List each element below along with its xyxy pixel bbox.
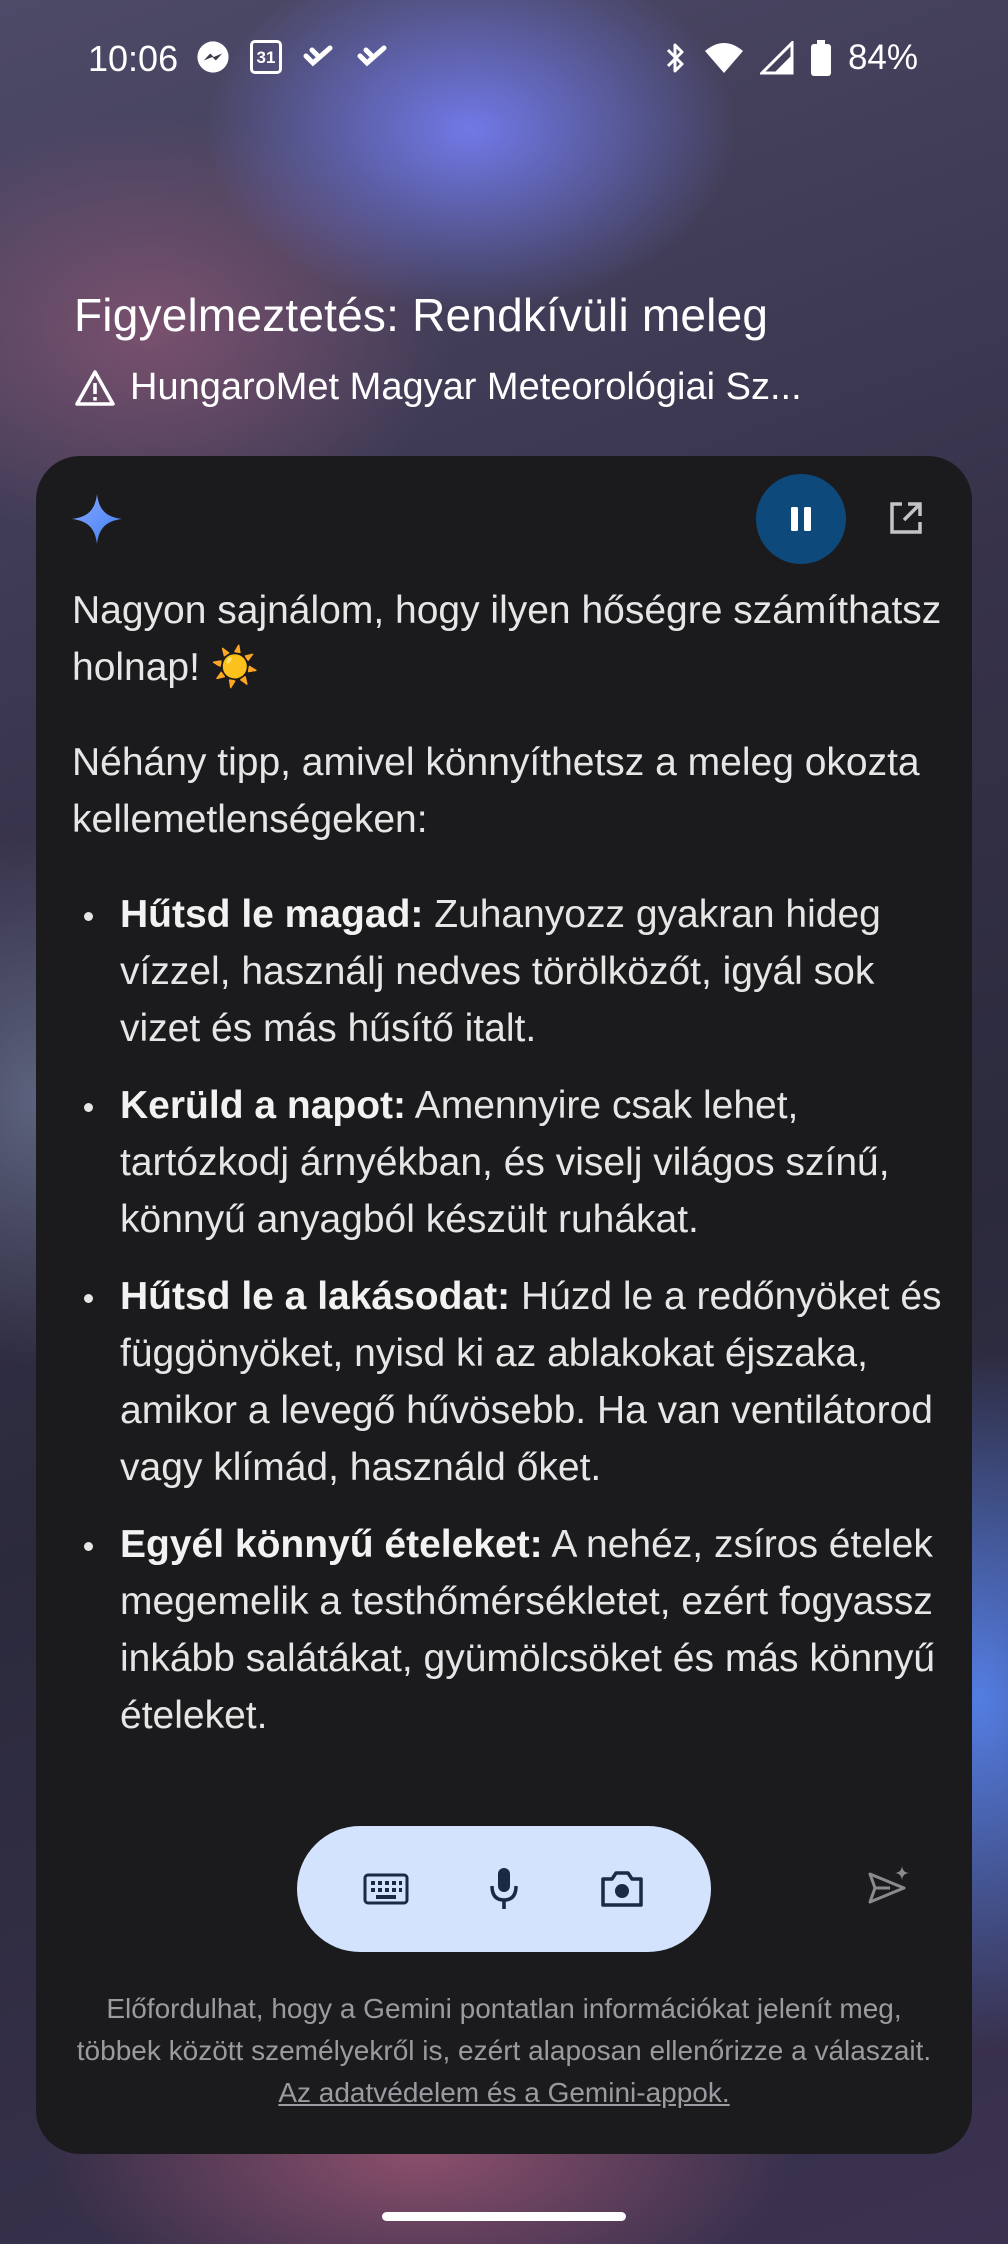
gemini-response: Nagyon sajnálom, hogy ilyen hőségre szám… [72, 582, 952, 1882]
tip-title: Kerüld a napot: [120, 1084, 407, 1127]
alert-source: HungaroMet Magyar Meteorológiai Sz... [130, 366, 802, 408]
keyboard-icon [363, 1873, 409, 1905]
keyboard-button[interactable] [346, 1849, 426, 1929]
disclaimer-text: Előfordulhat, hogy a Gemini pontatlan in… [76, 1993, 932, 2066]
calendar-day: 31 [256, 48, 276, 67]
pause-button[interactable] [756, 474, 846, 564]
tip-title: Hűtsd le magad: [120, 893, 424, 936]
app-notification-icon [303, 45, 333, 67]
notification-icons: 31 [196, 40, 390, 74]
app-notification-icon [357, 45, 387, 67]
battery-icon [810, 40, 831, 76]
warning-icon [75, 369, 115, 406]
microphone-button[interactable] [464, 1849, 544, 1929]
microphone-icon [490, 1868, 518, 1909]
privacy-link[interactable]: Az adatvédelem és a Gemini-appok. [278, 2077, 729, 2108]
messenger-icon [197, 41, 229, 73]
list-item: Kerüld a napot: Amennyire csak lehet, ta… [72, 1077, 952, 1248]
send-button[interactable] [866, 1864, 912, 1915]
home-indicator[interactable] [382, 2212, 626, 2221]
signal-icon [759, 41, 794, 75]
status-time: 10:06 [88, 38, 179, 79]
gemini-overlay-card: Nagyon sajnálom, hogy ilyen hőségre szám… [36, 456, 972, 2154]
list-item: Hűtsd le magad: Zuhanyozz gyakran hideg … [72, 886, 952, 1057]
response-intro: Nagyon sajnálom, hogy ilyen hőségre szám… [72, 589, 942, 689]
gemini-sparkle-icon [72, 494, 122, 544]
alert-title: Figyelmeztetés: Rendkívüli meleg [74, 289, 769, 341]
alert-source-row: HungaroMet Magyar Meteorológiai Sz... [74, 366, 914, 409]
tips-list: Hűtsd le magad: Zuhanyozz gyakran hideg … [72, 886, 952, 1744]
camera-icon [601, 1871, 643, 1907]
tip-title: Egyél könnyű ételeket: [120, 1523, 543, 1566]
pause-icon [791, 507, 811, 531]
calendar-icon: 31 [250, 40, 282, 74]
camera-button[interactable] [582, 1849, 662, 1929]
input-mode-pill [297, 1826, 711, 1952]
list-item: Hűtsd le a lakásodat: Húzd le a redőnyök… [72, 1268, 952, 1496]
wifi-icon [704, 43, 743, 73]
bluetooth-icon [666, 43, 684, 73]
tip-title: Hűtsd le a lakásodat: [120, 1275, 511, 1318]
open-external-icon [890, 502, 922, 534]
response-lead: Néhány tipp, amivel könnyíthetsz a meleg… [72, 741, 920, 841]
list-item: Egyél könnyű ételeket: A nehéz, zsíros é… [72, 1516, 952, 1744]
disclaimer: Előfordulhat, hogy a Gemini pontatlan in… [66, 1988, 942, 2114]
open-in-app-button[interactable] [886, 498, 926, 543]
system-icons: 84% [664, 38, 918, 78]
send-sparkle-icon [868, 1866, 909, 1904]
status-bar: 10:06 31 84% [0, 0, 1008, 120]
battery-percent: 84% [847, 38, 918, 77]
